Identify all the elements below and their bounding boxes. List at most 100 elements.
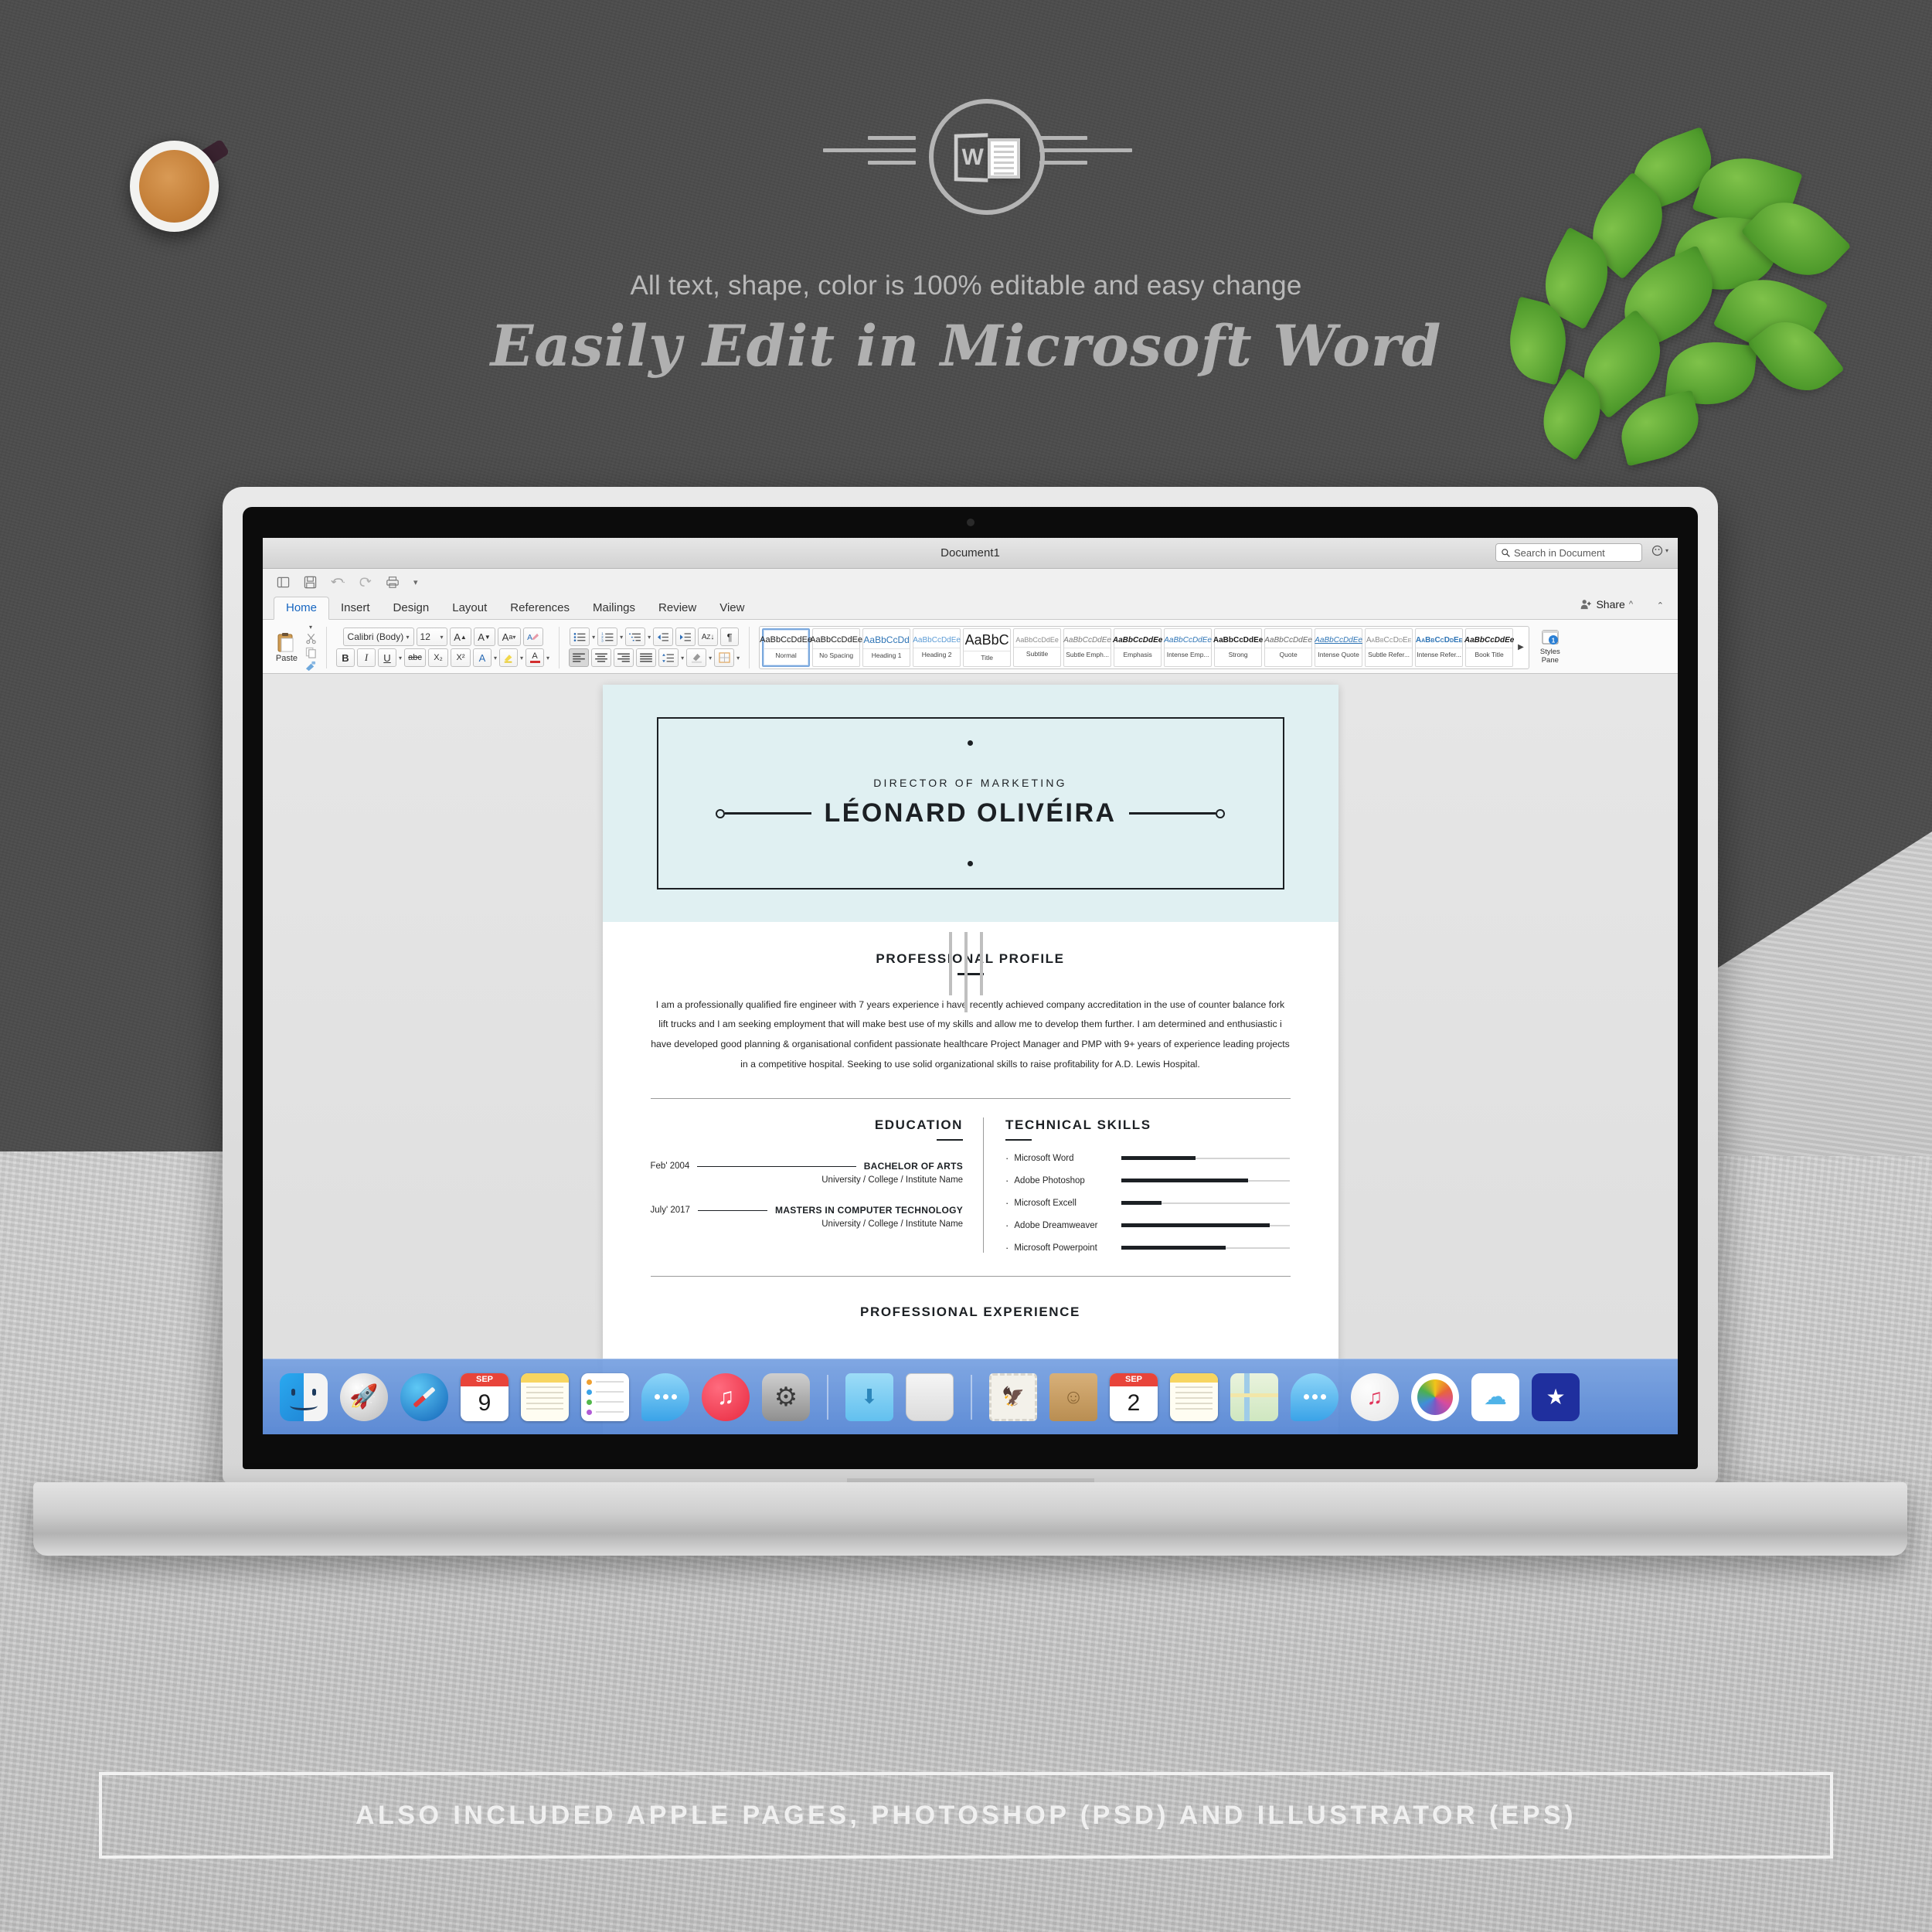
increase-indent-button[interactable] (675, 628, 696, 646)
dock-item-trash[interactable] (906, 1372, 954, 1421)
multilevel-caret-icon[interactable]: ▾ (648, 634, 651, 641)
text-effects-button[interactable]: A (473, 648, 492, 667)
borders-caret-icon[interactable]: ▾ (736, 655, 740, 662)
dock-item-launchpad[interactable]: 🚀 (340, 1372, 388, 1421)
format-painter-icon[interactable] (304, 661, 317, 672)
style-heading-2[interactable]: AaBbCcDdEe Heading 2 (913, 628, 961, 667)
redo-icon[interactable] (359, 576, 372, 589)
shading-caret-icon[interactable]: ▾ (709, 655, 712, 662)
dock-item-photos[interactable] (1411, 1372, 1459, 1421)
tab-review[interactable]: Review (647, 597, 708, 619)
paste-dropdown-icon[interactable]: ▾ (309, 624, 312, 631)
styles-pane-button[interactable]: 1 Styles Pane (1534, 630, 1566, 665)
dock-item-itunes[interactable]: ♫ (702, 1372, 750, 1421)
dock-item-itunes-2[interactable]: ♫ (1351, 1372, 1399, 1421)
grow-font-button[interactable]: A ▲ (449, 628, 471, 646)
text-effects-caret-icon[interactable]: ▾ (494, 655, 497, 662)
italic-button[interactable]: I (357, 648, 376, 667)
line-spacing-caret-icon[interactable]: ▾ (681, 655, 684, 662)
sort-button[interactable]: A Z ↓ (698, 628, 719, 646)
highlight-caret-icon[interactable]: ▾ (520, 655, 523, 662)
dock-item-mail[interactable]: 🦅 (989, 1372, 1037, 1421)
align-right-button[interactable] (614, 648, 634, 667)
document-canvas[interactable]: DIRECTOR OF MARKETING LÉONARD OLIVÉIRA P… (263, 674, 1678, 1434)
style-book-title[interactable]: AaBbCcDdEe Book Title (1464, 628, 1514, 667)
help-button[interactable]: ▾ (1651, 545, 1668, 556)
tab-insert[interactable]: Insert (329, 597, 382, 619)
font-name-combobox[interactable]: Calibri (Body) ▾ (342, 628, 414, 646)
strikethrough-button[interactable]: abc (404, 648, 427, 667)
styles-more-arrow-icon[interactable]: ▶ (1515, 643, 1526, 651)
share-button[interactable]: Share ^ (1580, 598, 1633, 611)
change-case-button[interactable]: Aa ▾ (497, 628, 521, 646)
shading-button[interactable] (686, 648, 707, 667)
dock-item-notes-2[interactable] (1170, 1372, 1218, 1421)
style-subtle-reference[interactable]: AaBbCcDdEe Subtle Refer... (1365, 628, 1413, 667)
dock-item-messages-2[interactable] (1291, 1372, 1338, 1421)
align-left-button[interactable] (569, 648, 590, 667)
tab-view[interactable]: View (708, 597, 756, 619)
dock-item-calendar[interactable]: SEP 9 (461, 1372, 509, 1421)
style-quote[interactable]: AaBbCcDdEe Quote (1264, 628, 1313, 667)
dock-item-calendar-2[interactable]: SEP 2 (1110, 1372, 1158, 1421)
style-normal[interactable]: AaBbCcDdEe Normal (760, 628, 812, 667)
dock-item-safari[interactable] (400, 1372, 448, 1421)
superscript-button[interactable]: X² (451, 648, 471, 667)
bold-button[interactable]: B (336, 648, 355, 667)
decrease-indent-button[interactable] (653, 628, 674, 646)
print-icon[interactable] (386, 576, 400, 589)
style-intense-quote[interactable]: AaBbCcDdEe Intense Quote (1315, 628, 1363, 667)
style-strong[interactable]: AaBbCcDdEe Strong (1213, 628, 1263, 667)
dock-item-icloud[interactable]: ☁ (1471, 1372, 1519, 1421)
paste-button[interactable]: Paste (270, 632, 303, 663)
shrink-font-button[interactable]: A ▼ (473, 628, 495, 646)
font-size-combobox[interactable]: 12 ▾ (416, 628, 447, 646)
style-intense-reference[interactable]: AaBbCcDdEe Intense Refer... (1415, 628, 1464, 667)
show-formatting-marks-button[interactable]: ¶ (720, 628, 740, 646)
dock-item-reminders[interactable] (581, 1372, 629, 1421)
style-subtitle[interactable]: AaBbCcDdEe Subtitle (1013, 628, 1062, 667)
justify-button[interactable] (636, 648, 657, 667)
subscript-button[interactable]: X₂ (428, 648, 449, 667)
dock-item-system-preferences[interactable]: ⚙ (762, 1372, 810, 1421)
dock-item-finder[interactable] (280, 1372, 328, 1421)
numbering-caret-icon[interactable]: ▾ (620, 634, 623, 641)
sidebar-toggle-icon[interactable] (277, 576, 290, 589)
bullets-button[interactable] (570, 628, 590, 646)
dock-item-maps[interactable] (1230, 1372, 1278, 1421)
align-center-button[interactable] (591, 648, 612, 667)
underline-button[interactable]: U (378, 648, 396, 667)
copy-icon[interactable] (305, 647, 317, 658)
underline-caret-icon[interactable]: ▾ (399, 655, 402, 662)
style-heading-1[interactable]: AaBbCcDd Heading 1 (862, 628, 911, 667)
customize-qat-icon[interactable]: ▾ (413, 577, 418, 587)
bullets-caret-icon[interactable]: ▾ (592, 634, 595, 641)
style-subtle-emphasis[interactable]: AaBbCcDdEe Subtle Emph... (1063, 628, 1112, 667)
style-title[interactable]: AaBbC Title (963, 628, 1012, 667)
style-intense-emphasis[interactable]: AaBbCcDdEe Intense Emp... (1164, 628, 1213, 667)
dock-item-imovie[interactable]: ★ (1532, 1372, 1580, 1421)
multilevel-list-button[interactable] (625, 628, 646, 646)
style-emphasis[interactable]: AaBbCcDdEe Emphasis (1113, 628, 1162, 667)
save-icon[interactable] (304, 576, 317, 589)
numbering-button[interactable]: 1 2 3 (597, 628, 618, 646)
dock-item-messages[interactable] (641, 1372, 689, 1421)
tab-home[interactable]: Home (274, 597, 330, 620)
tab-layout[interactable]: Layout (440, 597, 498, 619)
font-color-button[interactable]: A (526, 648, 545, 667)
style-no-spacing[interactable]: AaBbCcDdEe No Spacing (810, 628, 862, 667)
dock-item-contacts[interactable]: ☺ (1049, 1372, 1097, 1421)
tab-mailings[interactable]: Mailings (581, 597, 647, 619)
dock-item-notes[interactable] (521, 1372, 569, 1421)
search-input[interactable]: Search in Document (1495, 543, 1642, 562)
undo-icon[interactable] (331, 576, 345, 589)
tab-design[interactable]: Design (382, 597, 441, 619)
dock-item-downloads[interactable]: ⬇ (845, 1372, 893, 1421)
line-spacing-button[interactable] (658, 648, 679, 667)
borders-button[interactable] (714, 648, 735, 667)
clear-formatting-button[interactable]: A (522, 628, 543, 646)
ribbon-collapse-icon[interactable]: ⌃ (1657, 600, 1664, 611)
tab-references[interactable]: References (498, 597, 581, 619)
font-color-caret-icon[interactable]: ▾ (546, 655, 549, 662)
highlight-button[interactable] (499, 648, 519, 667)
